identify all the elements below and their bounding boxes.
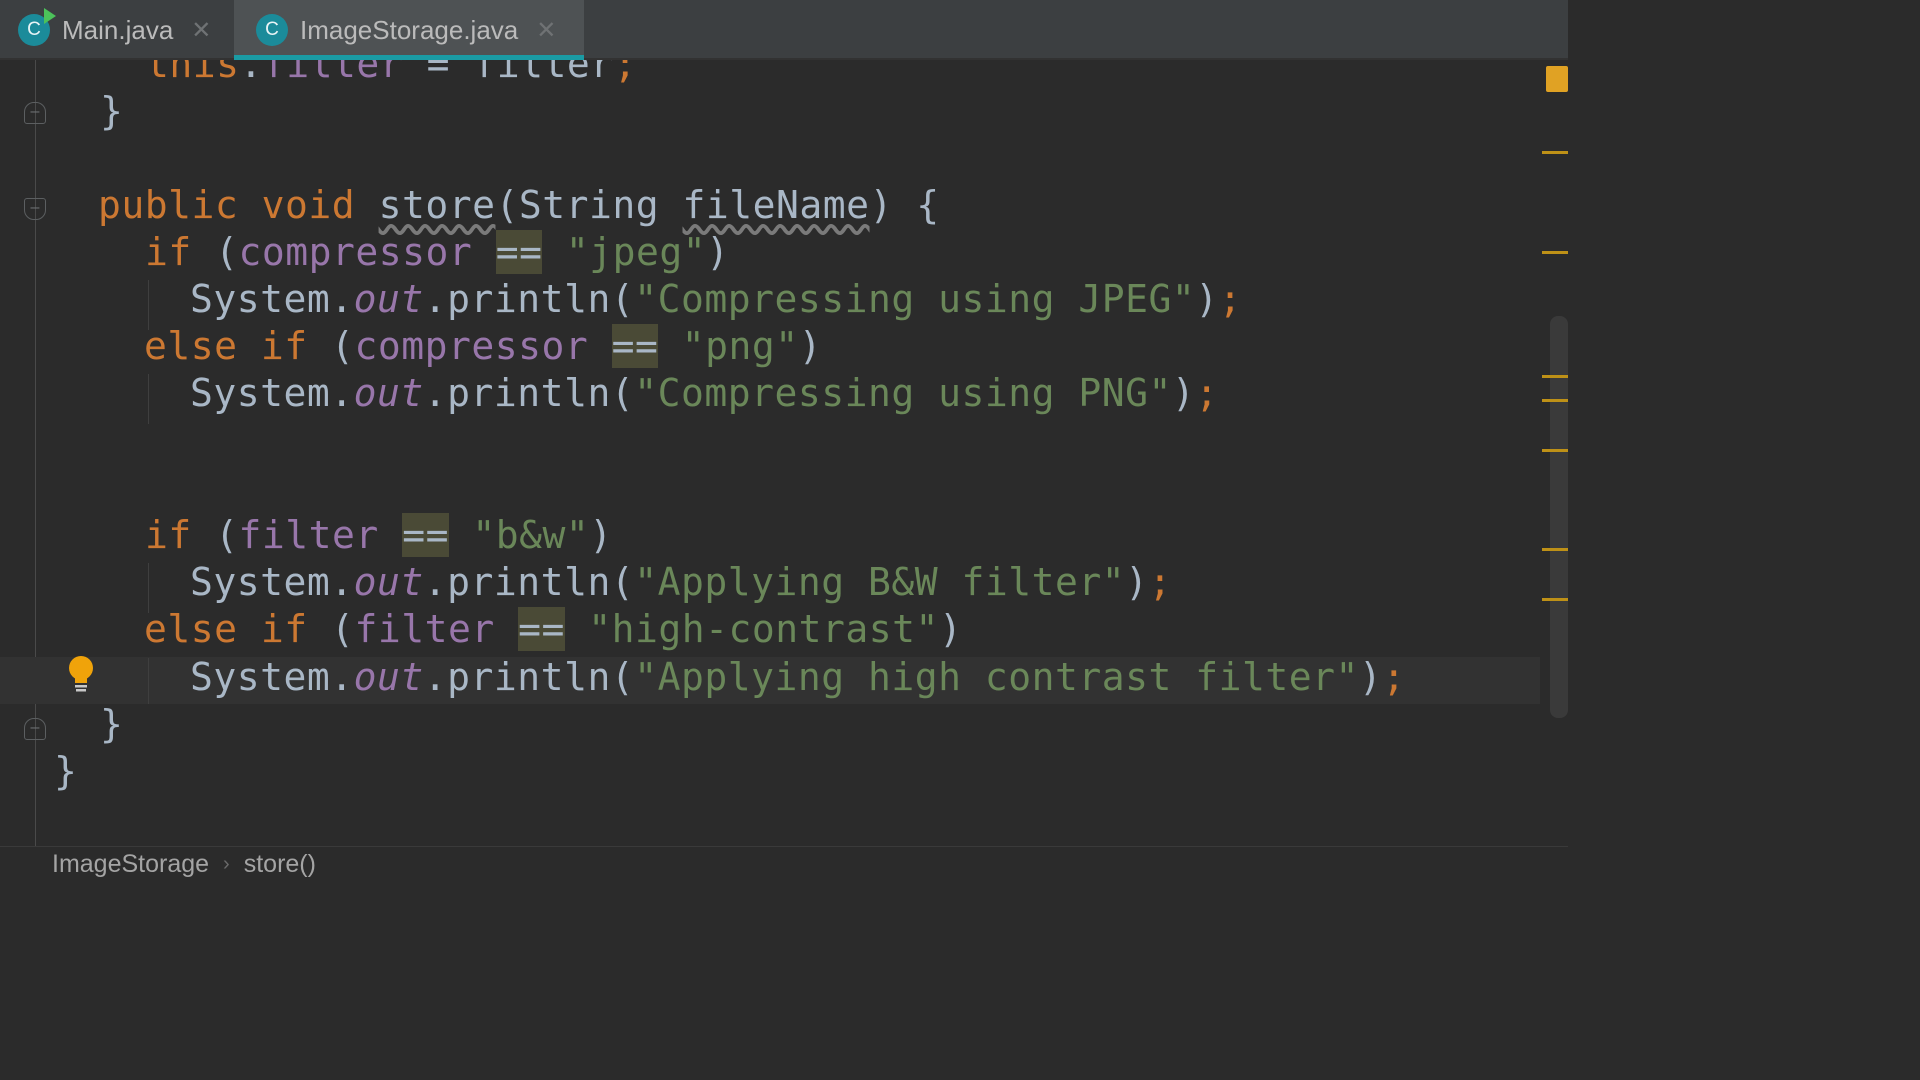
- breadcrumb-method[interactable]: store(): [244, 850, 316, 879]
- code-line: System.out.println("Compressing using PN…: [190, 371, 1219, 415]
- tab-main-java[interactable]: C Main.java ✕: [18, 0, 211, 60]
- class-icon: C: [18, 8, 56, 46]
- warning-marker[interactable]: [1542, 449, 1568, 452]
- indent-guide: [148, 280, 149, 330]
- warning-marker[interactable]: [1542, 251, 1568, 254]
- code-line: if (compressor == "jpeg"): [145, 230, 730, 274]
- tab-label: Main.java: [62, 14, 174, 45]
- indent-guide: [148, 374, 149, 424]
- close-icon[interactable]: ✕: [536, 16, 556, 45]
- method-name: store: [378, 183, 496, 227]
- fold-start-icon[interactable]: –: [24, 198, 46, 220]
- indent-guide: [148, 563, 149, 613]
- code-line: else if (filter == "high-contrast"): [144, 607, 963, 651]
- code-line: if (filter == "b&w"): [145, 513, 613, 557]
- code-line: else if (compressor == "png"): [144, 324, 823, 368]
- inspection-status-icon[interactable]: [1546, 66, 1568, 92]
- breadcrumb: ImageStorage › store(): [0, 846, 1568, 882]
- equality-highlight: ==: [611, 324, 659, 368]
- param-name: fileName: [682, 183, 870, 227]
- code-line-method-signature: public void store(String fileName) {: [98, 183, 940, 227]
- code-line: System.out.println("Applying B&W filter"…: [190, 560, 1172, 604]
- warning-marker[interactable]: [1542, 598, 1568, 601]
- warning-marker[interactable]: [1542, 151, 1568, 154]
- code-line: System.out.println("Compressing using JP…: [190, 277, 1243, 321]
- breadcrumb-class[interactable]: ImageStorage: [52, 850, 209, 879]
- run-indicator-icon: [44, 8, 56, 24]
- class-icon: C: [256, 14, 288, 46]
- code-line-current: System.out.println("Applying high contra…: [190, 655, 1406, 699]
- chevron-right-icon: ›: [223, 853, 230, 875]
- code-line: }: [100, 702, 124, 746]
- code-line: }: [100, 89, 124, 133]
- equality-highlight: ==: [402, 513, 449, 557]
- equality-highlight: ==: [495, 230, 543, 274]
- fold-end-icon[interactable]: –: [24, 102, 46, 124]
- code-line: }: [54, 749, 78, 793]
- close-icon[interactable]: ✕: [191, 16, 211, 45]
- lightbulb-icon[interactable]: [66, 655, 96, 695]
- editor-tab-bar: C Main.java ✕ C ImageStorage.java ✕: [0, 0, 1568, 60]
- fold-end-icon[interactable]: –: [24, 718, 46, 740]
- warning-marker[interactable]: [1542, 399, 1568, 402]
- tab-label: ImageStorage.java: [300, 14, 519, 45]
- code-line: this.filter = filter;: [146, 60, 637, 86]
- equality-highlight: ==: [518, 607, 565, 651]
- tab-imagestorage-java[interactable]: C ImageStorage.java ✕: [234, 0, 584, 60]
- warning-marker[interactable]: [1542, 548, 1568, 551]
- indent-guide: [148, 658, 149, 704]
- warning-marker[interactable]: [1542, 375, 1568, 378]
- code-editor[interactable]: this.filter = filter; } public void stor…: [0, 60, 1540, 846]
